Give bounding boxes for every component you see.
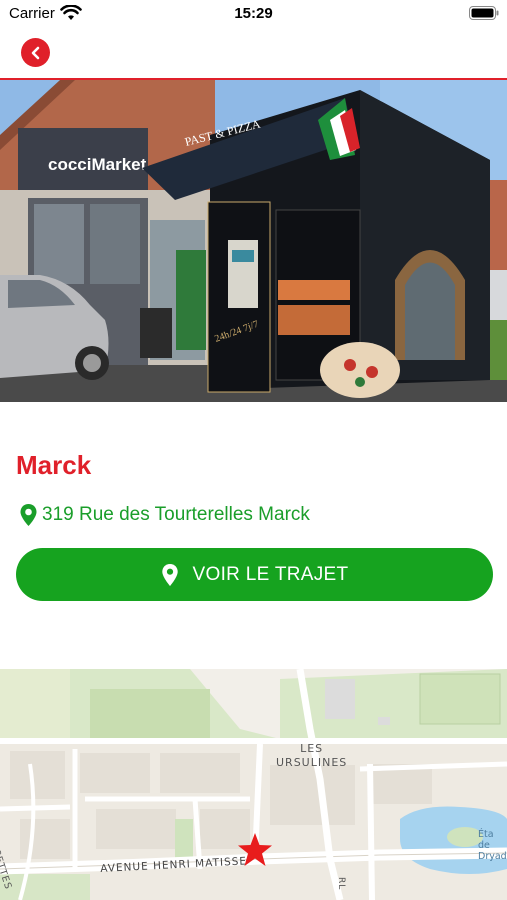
status-time: 15:29 [234,5,273,22]
map-pin-icon [161,563,178,586]
location-photo: cocciMarket PAST & PIZZA 24h/24 7j/7 [0,80,507,402]
map-label-ursulines: LES URSULINES [276,742,348,769]
battery-icon [469,6,499,20]
navigation-bar [0,30,507,80]
map-label-side-street: RL [336,877,346,891]
directions-button[interactable]: VOIR LE TRAJET [16,548,493,601]
place-title: Marck [16,450,92,480]
directions-button-label: VOIR LE TRAJET [192,563,349,585]
map-label-etang: Éta de Dryad [478,829,507,862]
chevron-left-icon [31,46,39,59]
status-bar: Carrier 15:29 [0,0,507,30]
location-card: Marck 319 Rue des Tourterelles Marck VOI… [0,402,507,669]
address-text: 319 Rue des Tourterelles Marck [42,504,310,525]
back-button[interactable] [21,38,50,67]
location-map[interactable]: LES URSULINES AVENUE HENRI MATISSE ES AV… [0,669,507,900]
map-pin-icon [20,504,37,526]
store-sign-text: cocciMarket [48,155,147,174]
address-row[interactable]: 319 Rue des Tourterelles Marck [19,503,310,527]
star-icon[interactable] [236,832,274,868]
